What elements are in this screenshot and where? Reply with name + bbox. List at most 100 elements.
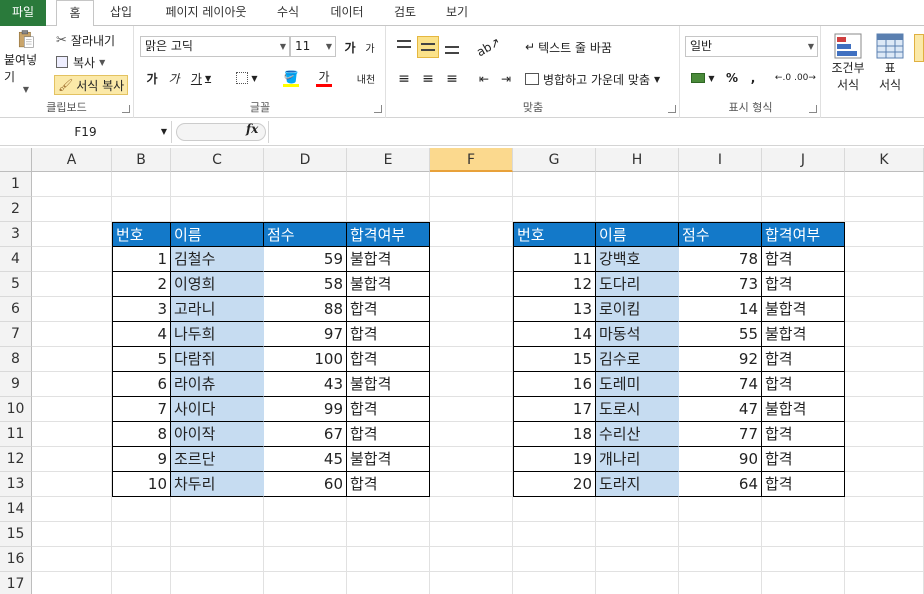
align-bottom-button[interactable] xyxy=(441,36,463,58)
table-cell[interactable]: 60 xyxy=(264,472,347,497)
table-cell[interactable]: 합격 xyxy=(762,272,845,297)
row-header-5[interactable]: 5 xyxy=(0,272,32,297)
increase-decimal-button[interactable]: ←.0 xyxy=(773,68,793,88)
table-cell[interactable]: 합격 xyxy=(762,247,845,272)
wrap-text-button[interactable]: ↵ 텍스트 줄 바꿈 xyxy=(525,36,612,58)
table-cell[interactable]: 김철수 xyxy=(171,247,264,272)
table-header-cell[interactable]: 점수 xyxy=(679,222,762,247)
table-cell[interactable]: 18 xyxy=(513,422,596,447)
align-left-button[interactable]: ≡ xyxy=(393,68,415,90)
table-cell[interactable]: 도다리 xyxy=(596,272,679,297)
tab-page-layout[interactable]: 페이지 레이아웃 xyxy=(152,0,260,26)
table-cell[interactable]: 불합격 xyxy=(347,447,430,472)
row-header-1[interactable]: 1 xyxy=(0,172,32,197)
borders-button[interactable]: ▼ xyxy=(232,68,262,88)
table-cell[interactable]: 55 xyxy=(679,322,762,347)
italic-button[interactable]: 가 xyxy=(165,68,183,88)
name-box[interactable]: F19 ▼ xyxy=(0,121,172,143)
row-header-17[interactable]: 17 xyxy=(0,572,32,594)
table-cell[interactable]: 8 xyxy=(112,422,171,447)
increase-indent-button[interactable]: ⇥ xyxy=(495,68,517,90)
table-cell[interactable]: 불합격 xyxy=(347,272,430,297)
table-cell[interactable]: 도레미 xyxy=(596,372,679,397)
table-cell[interactable]: 합격 xyxy=(347,422,430,447)
column-header-b[interactable]: B xyxy=(112,148,171,172)
table-cell[interactable]: 나두희 xyxy=(171,322,264,347)
clipboard-launcher-icon[interactable] xyxy=(122,105,130,113)
table-cell[interactable]: 합격 xyxy=(347,347,430,372)
table-cell[interactable]: 불합격 xyxy=(347,372,430,397)
table-header-cell[interactable]: 점수 xyxy=(264,222,347,247)
align-top-button[interactable] xyxy=(393,36,415,58)
table-header-cell[interactable]: 이름 xyxy=(596,222,679,247)
tab-file[interactable]: 파일 xyxy=(0,0,46,26)
table-cell[interactable]: 67 xyxy=(264,422,347,447)
row-header-12[interactable]: 12 xyxy=(0,447,32,472)
column-header-e[interactable]: E xyxy=(347,148,430,172)
table-cell[interactable]: 6 xyxy=(112,372,171,397)
shrink-font-button[interactable]: 가 xyxy=(361,37,379,57)
align-middle-button[interactable] xyxy=(417,36,439,58)
row-header-4[interactable]: 4 xyxy=(0,247,32,272)
alignment-launcher-icon[interactable] xyxy=(668,105,676,113)
table-cell[interactable]: 14 xyxy=(679,297,762,322)
table-cell[interactable]: 90 xyxy=(679,447,762,472)
table-header-cell[interactable]: 번호 xyxy=(513,222,596,247)
table-cell[interactable]: 16 xyxy=(513,372,596,397)
decrease-indent-button[interactable]: ⇤ xyxy=(473,68,495,90)
grow-font-button[interactable]: 가 xyxy=(341,37,359,57)
table-cell[interactable]: 74 xyxy=(679,372,762,397)
row-header-11[interactable]: 11 xyxy=(0,422,32,447)
table-cell[interactable]: 합격 xyxy=(762,447,845,472)
row-header-14[interactable]: 14 xyxy=(0,497,32,522)
table-cell[interactable]: 합격 xyxy=(347,472,430,497)
align-center-button[interactable]: ≡ xyxy=(417,68,439,90)
font-size-combo[interactable]: 11 ▼ xyxy=(290,36,336,57)
table-cell[interactable]: 불합격 xyxy=(347,247,430,272)
table-cell[interactable]: 합격 xyxy=(347,297,430,322)
tab-formulas[interactable]: 수식 xyxy=(268,0,308,26)
fill-color-button[interactable]: 🪣 xyxy=(275,68,307,88)
table-cell[interactable]: 7 xyxy=(112,397,171,422)
table-cell[interactable]: 수리산 xyxy=(596,422,679,447)
number-format-combo[interactable]: 일반 ▼ xyxy=(685,36,818,57)
row-header-7[interactable]: 7 xyxy=(0,322,32,347)
phonetic-button[interactable]: 내천 xyxy=(351,68,381,88)
table-cell[interactable]: 불합격 xyxy=(762,397,845,422)
font-color-button[interactable]: 가 xyxy=(309,68,339,88)
row-header-13[interactable]: 13 xyxy=(0,472,32,497)
table-cell[interactable]: 3 xyxy=(112,297,171,322)
column-header-g[interactable]: G xyxy=(513,148,596,172)
bold-button[interactable]: 가 xyxy=(143,68,161,88)
table-cell[interactable]: 92 xyxy=(679,347,762,372)
table-header-cell[interactable]: 이름 xyxy=(171,222,264,247)
row-header-2[interactable]: 2 xyxy=(0,197,32,222)
row-header-6[interactable]: 6 xyxy=(0,297,32,322)
number-launcher-icon[interactable] xyxy=(809,105,817,113)
cell-styles-button[interactable] xyxy=(914,34,924,62)
column-header-d[interactable]: D xyxy=(264,148,347,172)
table-header-cell[interactable]: 번호 xyxy=(112,222,171,247)
table-cell[interactable]: 14 xyxy=(513,322,596,347)
table-cell[interactable]: 20 xyxy=(513,472,596,497)
table-cell[interactable]: 11 xyxy=(513,247,596,272)
format-as-table-button[interactable]: 표 서식 xyxy=(872,30,908,96)
table-cell[interactable]: 이영희 xyxy=(171,272,264,297)
table-cell[interactable]: 다람쥐 xyxy=(171,347,264,372)
table-cell[interactable]: 58 xyxy=(264,272,347,297)
table-cell[interactable]: 마동석 xyxy=(596,322,679,347)
table-cell[interactable]: 김수로 xyxy=(596,347,679,372)
font-launcher-icon[interactable] xyxy=(374,105,382,113)
tab-review[interactable]: 검토 xyxy=(385,0,425,26)
insert-function-button[interactable]: fx xyxy=(246,122,258,136)
column-header-c[interactable]: C xyxy=(171,148,264,172)
table-cell[interactable]: 합격 xyxy=(762,347,845,372)
formula-input[interactable] xyxy=(268,121,924,143)
row-header-9[interactable]: 9 xyxy=(0,372,32,397)
table-cell[interactable]: 강백호 xyxy=(596,247,679,272)
table-cell[interactable]: 고라니 xyxy=(171,297,264,322)
table-cell[interactable]: 2 xyxy=(112,272,171,297)
column-header-j[interactable]: J xyxy=(762,148,845,172)
row-header-16[interactable]: 16 xyxy=(0,547,32,572)
merge-center-button[interactable]: 병합하고 가운데 맞춤 ▼ xyxy=(525,68,660,90)
